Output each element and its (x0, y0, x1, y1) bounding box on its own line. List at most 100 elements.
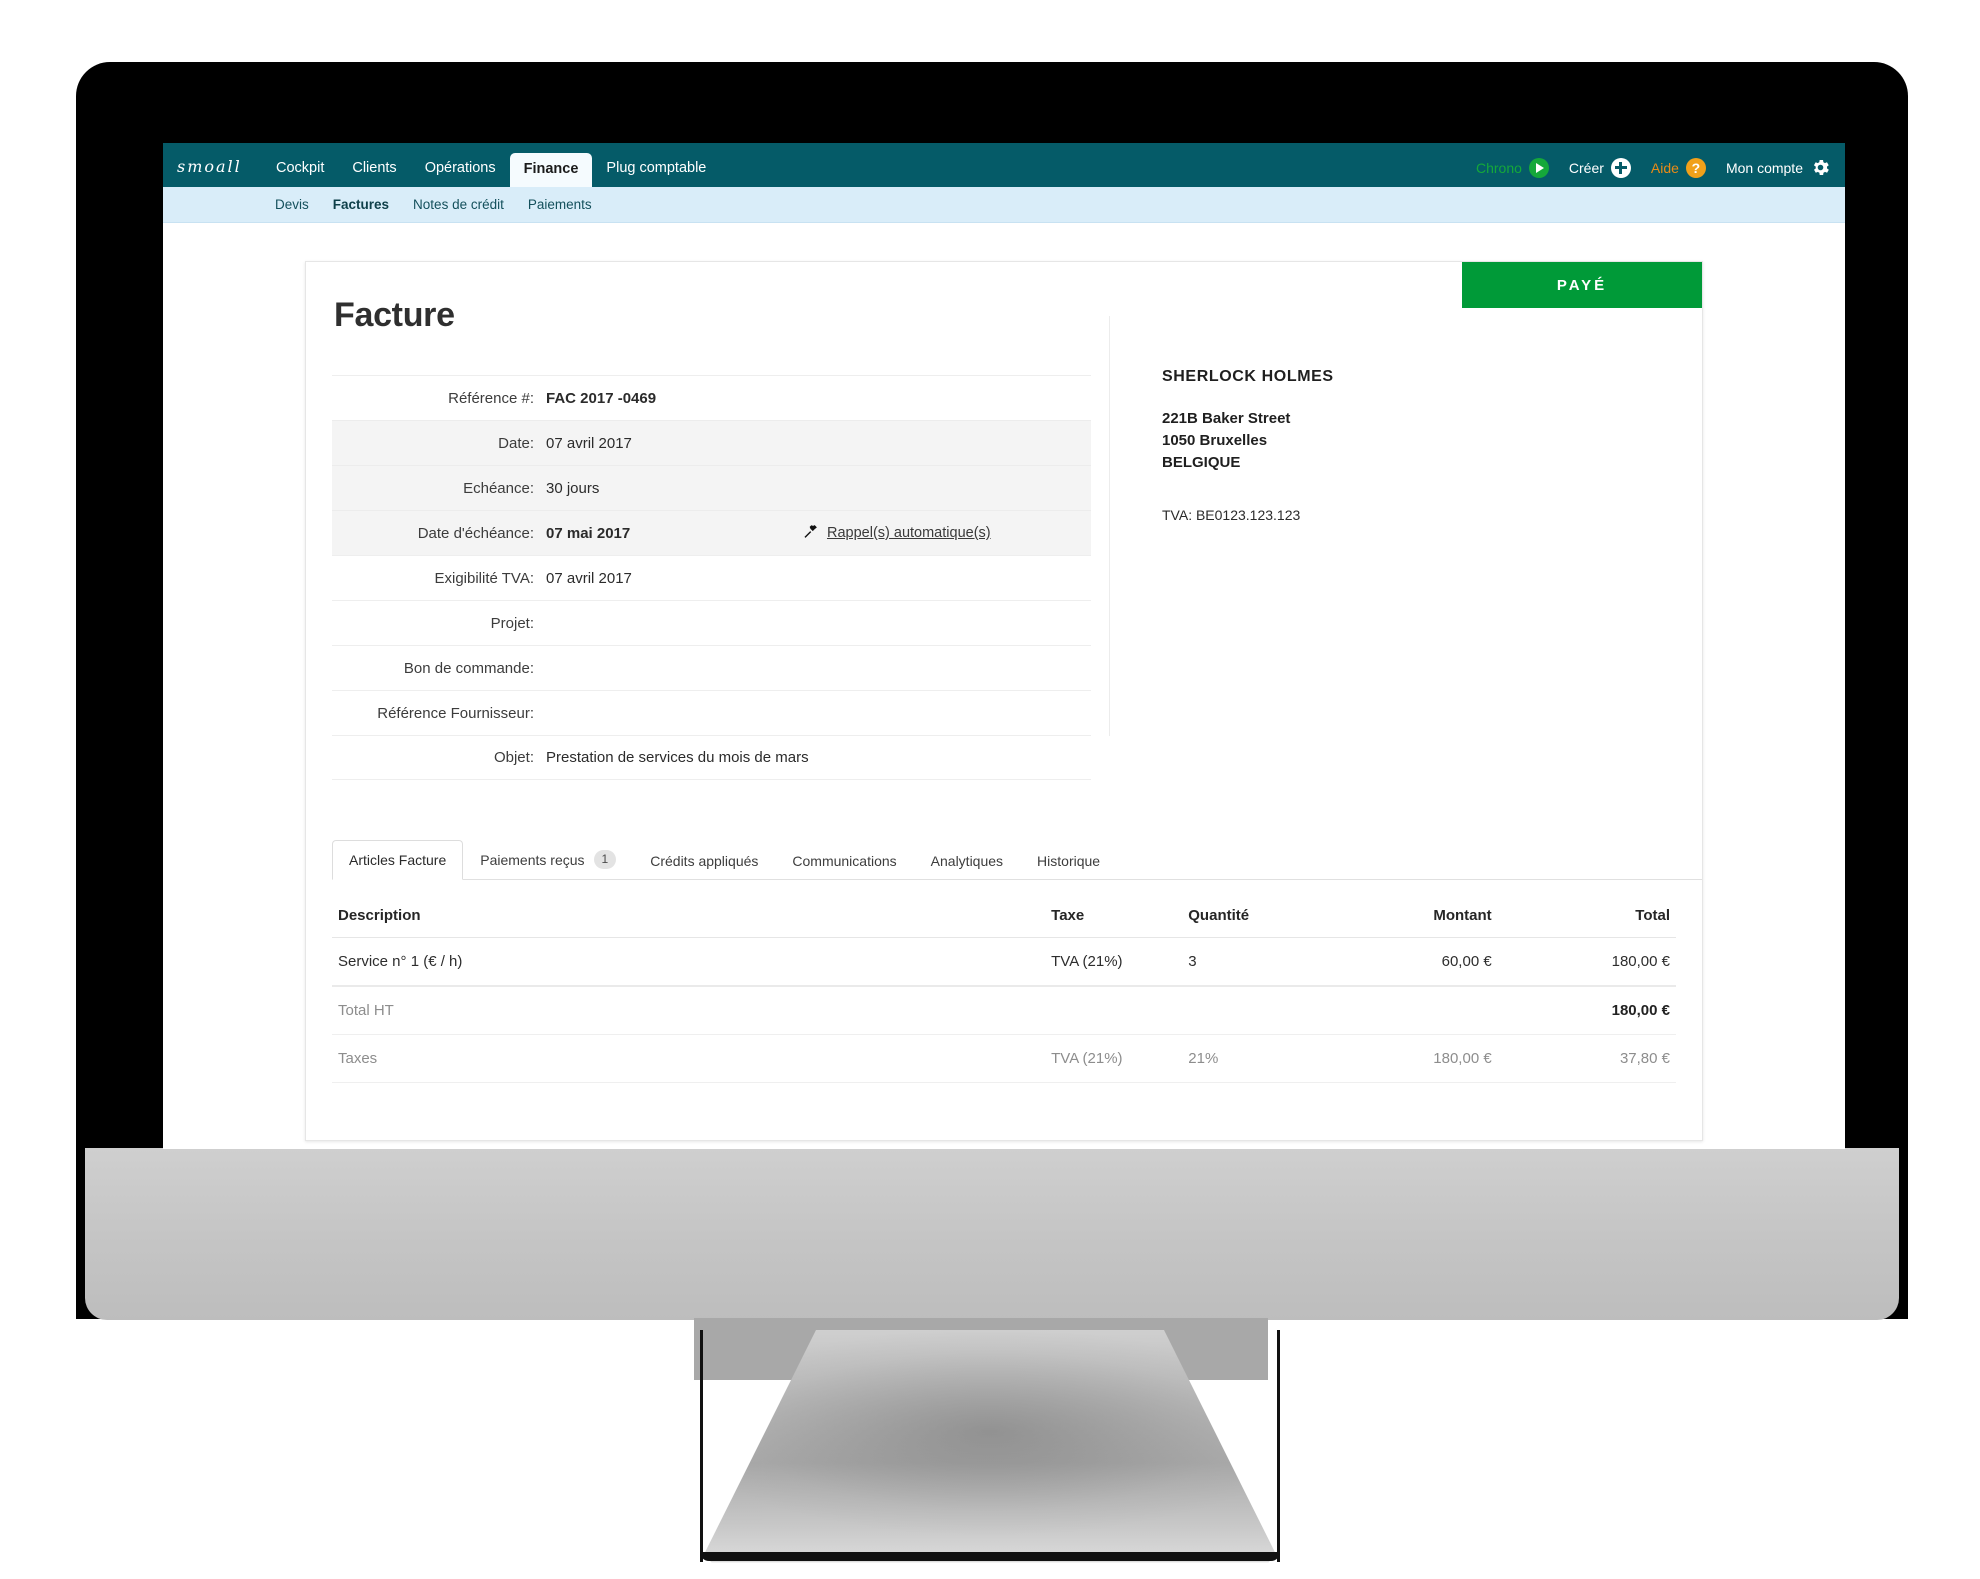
invoice-card-inner: Facture Référence #: FAC 2017 -0469 Date… (306, 262, 1702, 780)
detail-label: Echéance: (463, 479, 534, 497)
table-head: Description Taxe Quantité Montant Total (332, 894, 1676, 938)
nav-item-clients[interactable]: Clients (338, 160, 410, 188)
tab-badge-count: 1 (593, 850, 617, 869)
chrono-action[interactable]: Chrono (1475, 157, 1549, 178)
cell-taxe: TVA (21%) (1045, 937, 1183, 987)
detail-value-objet: Prestation de services du mois de mars (546, 749, 809, 766)
customer-name: SHERLOCK HOLMES (1162, 368, 1334, 385)
cell-montant: 60,00 € (1319, 937, 1498, 987)
tab-articles-facture[interactable]: Articles Facture (332, 840, 464, 880)
detail-value-exigibilite-tva: 07 avril 2017 (546, 569, 632, 587)
cell-montant (1319, 985, 1498, 1035)
table-row[interactable]: Service n° 1 (€ / h) TVA (21%) 3 60,00 €… (332, 937, 1676, 987)
creer-action[interactable]: Créer (1568, 157, 1631, 178)
invoice-card: PAYÉ Facture Référence #: FAC 2017 -0469… (305, 261, 1703, 1141)
tab-label: Analytiques (930, 853, 1004, 869)
screenshot-stage: smoall Cockpit Clients Opérations Financ… (0, 0, 1980, 1579)
reminder-link[interactable]: Rappel(s) automatique(s) (827, 525, 991, 541)
column-header-total: Total (1497, 894, 1676, 938)
top-nav-right-actions: Chrono Créer Aide ? Mon compte (1464, 157, 1831, 178)
customer-vat-number: TVA: BE0123.123.123 (1162, 507, 1301, 524)
browser-screen: smoall Cockpit Clients Opérations Financ… (163, 143, 1845, 1149)
detail-label: Référence Fournisseur: (377, 704, 534, 722)
customer-address-line1: 221B Baker Street (1162, 410, 1291, 427)
tab-paiements-recus[interactable]: Paiements reçus 1 (463, 838, 633, 880)
detail-row-objet: Objet: Prestation de services du mois de… (332, 735, 1091, 780)
nav-item-operations[interactable]: Opérations (411, 160, 510, 188)
status-badge: PAYÉ (1462, 262, 1702, 308)
tab-label: Communications (792, 853, 897, 869)
detail-row-exigibilite-tva: Exigibilité TVA: 07 avril 2017 (332, 555, 1091, 600)
cell-quantite: 3 (1182, 937, 1320, 987)
aide-action[interactable]: Aide ? (1651, 157, 1706, 178)
cell-taxe: TVA (21%) (1045, 1034, 1183, 1083)
cell-taxe (1045, 985, 1183, 1035)
tab-communications[interactable]: Communications (775, 841, 913, 880)
nav-item-finance[interactable]: Finance (509, 152, 593, 187)
detail-value-echeance: 30 jours (546, 479, 600, 497)
detail-row-projet: Projet: (332, 600, 1091, 645)
detail-label: Date d'échéance: (417, 524, 534, 542)
table-header-row: Description Taxe Quantité Montant Total (332, 894, 1676, 938)
nav-item-plug-comptable[interactable]: Plug comptable (592, 160, 720, 188)
invoice-details-column: Facture Référence #: FAC 2017 -0469 Date… (306, 296, 1091, 780)
invoice-tabs: Articles Facture Paiements reçus 1 Crédi… (332, 838, 1702, 880)
subnav-item-notes-de-credit[interactable]: Notes de crédit (413, 197, 504, 212)
tab-historique[interactable]: Historique (1020, 841, 1117, 880)
detail-label: Exigibilité TVA: (434, 569, 535, 587)
detail-label: Objet: (493, 749, 534, 766)
logo-text: smoall (177, 157, 242, 176)
mon-compte-label: Mon compte (1725, 159, 1803, 176)
cell-total: 180,00 € (1497, 985, 1676, 1035)
monitor-stand-base (700, 1552, 1280, 1561)
cell-total: 37,80 € (1497, 1034, 1676, 1083)
table-row-taxes: Taxes TVA (21%) 21% 180,00 € 37,80 € (332, 1034, 1676, 1083)
play-circle-icon[interactable] (1528, 157, 1549, 178)
table-body: Service n° 1 (€ / h) TVA (21%) 3 60,00 €… (332, 937, 1676, 1083)
subnav-item-devis[interactable]: Devis (275, 197, 309, 212)
mon-compte-action[interactable]: Mon compte (1726, 157, 1831, 178)
nav-item-cockpit[interactable]: Cockpit (262, 160, 338, 188)
detail-label: Date: (498, 434, 534, 452)
customer-column: SHERLOCK HOLMES 221B Baker Street 1050 B… (1110, 296, 1702, 780)
main-nav-items: Cockpit Clients Opérations Finance Plug … (262, 143, 720, 187)
customer-address-line3: BELGIQUE (1162, 453, 1241, 471)
reminder-link-group[interactable]: Rappel(s) automatique(s) (802, 523, 991, 544)
column-header-taxe: Taxe (1045, 894, 1183, 938)
creer-label: Créer (1568, 159, 1604, 176)
plus-circle-icon[interactable] (1610, 157, 1631, 178)
cell-quantite (1182, 985, 1320, 1035)
detail-row-bon-de-commande: Bon de commande: (332, 645, 1091, 690)
column-header-quantite: Quantité (1182, 894, 1320, 938)
chrono-label: Chrono (1475, 159, 1522, 176)
invoice-items-table: Description Taxe Quantité Montant Total … (332, 894, 1676, 1083)
column-header-montant: Montant (1319, 894, 1498, 938)
smoall-logo[interactable]: smoall (174, 157, 262, 187)
detail-label: Projet: (490, 614, 534, 632)
column-header-description: Description (332, 894, 1046, 938)
cell-montant: 180,00 € (1319, 1034, 1498, 1083)
detail-row-date: Date: 07 avril 2017 (332, 420, 1091, 465)
detail-value-date: 07 avril 2017 (546, 434, 632, 452)
subnav-item-paiements[interactable]: Paiements (528, 197, 592, 212)
tab-credits-appliques[interactable]: Crédits appliqués (633, 841, 775, 880)
customer-address-line2: 1050 Bruxelles (1162, 431, 1268, 449)
tab-analytiques[interactable]: Analytiques (914, 841, 1020, 880)
subnav-item-factures[interactable]: Factures (333, 197, 389, 212)
cell-quantite: 21% (1182, 1034, 1320, 1083)
tab-label: Crédits appliqués (650, 853, 759, 869)
gear-icon[interactable] (1810, 157, 1831, 178)
cell-description: Service n° 1 (€ / h) (332, 937, 1046, 987)
monitor-stand-edge-left (700, 1330, 703, 1562)
detail-value-reference: FAC 2017 -0469 (546, 389, 657, 407)
help-circle-icon[interactable]: ? (1685, 157, 1706, 178)
tab-label: Historique (1037, 853, 1101, 869)
tab-label: Articles Facture (349, 852, 447, 868)
customer-address: 221B Baker Street 1050 Bruxelles BELGIQU… (1162, 408, 1702, 473)
cell-description: Total HT (332, 985, 1046, 1035)
detail-label: Bon de commande: (403, 659, 534, 677)
detail-row-echeance: Echéance: 30 jours (332, 465, 1091, 510)
monitor-chin (85, 1148, 1899, 1320)
detail-row-date-echeance: Date d'échéance: 07 mai 2017 Rappel(s) a… (332, 510, 1091, 555)
table-row-total-ht: Total HT 180,00 € (332, 985, 1676, 1035)
